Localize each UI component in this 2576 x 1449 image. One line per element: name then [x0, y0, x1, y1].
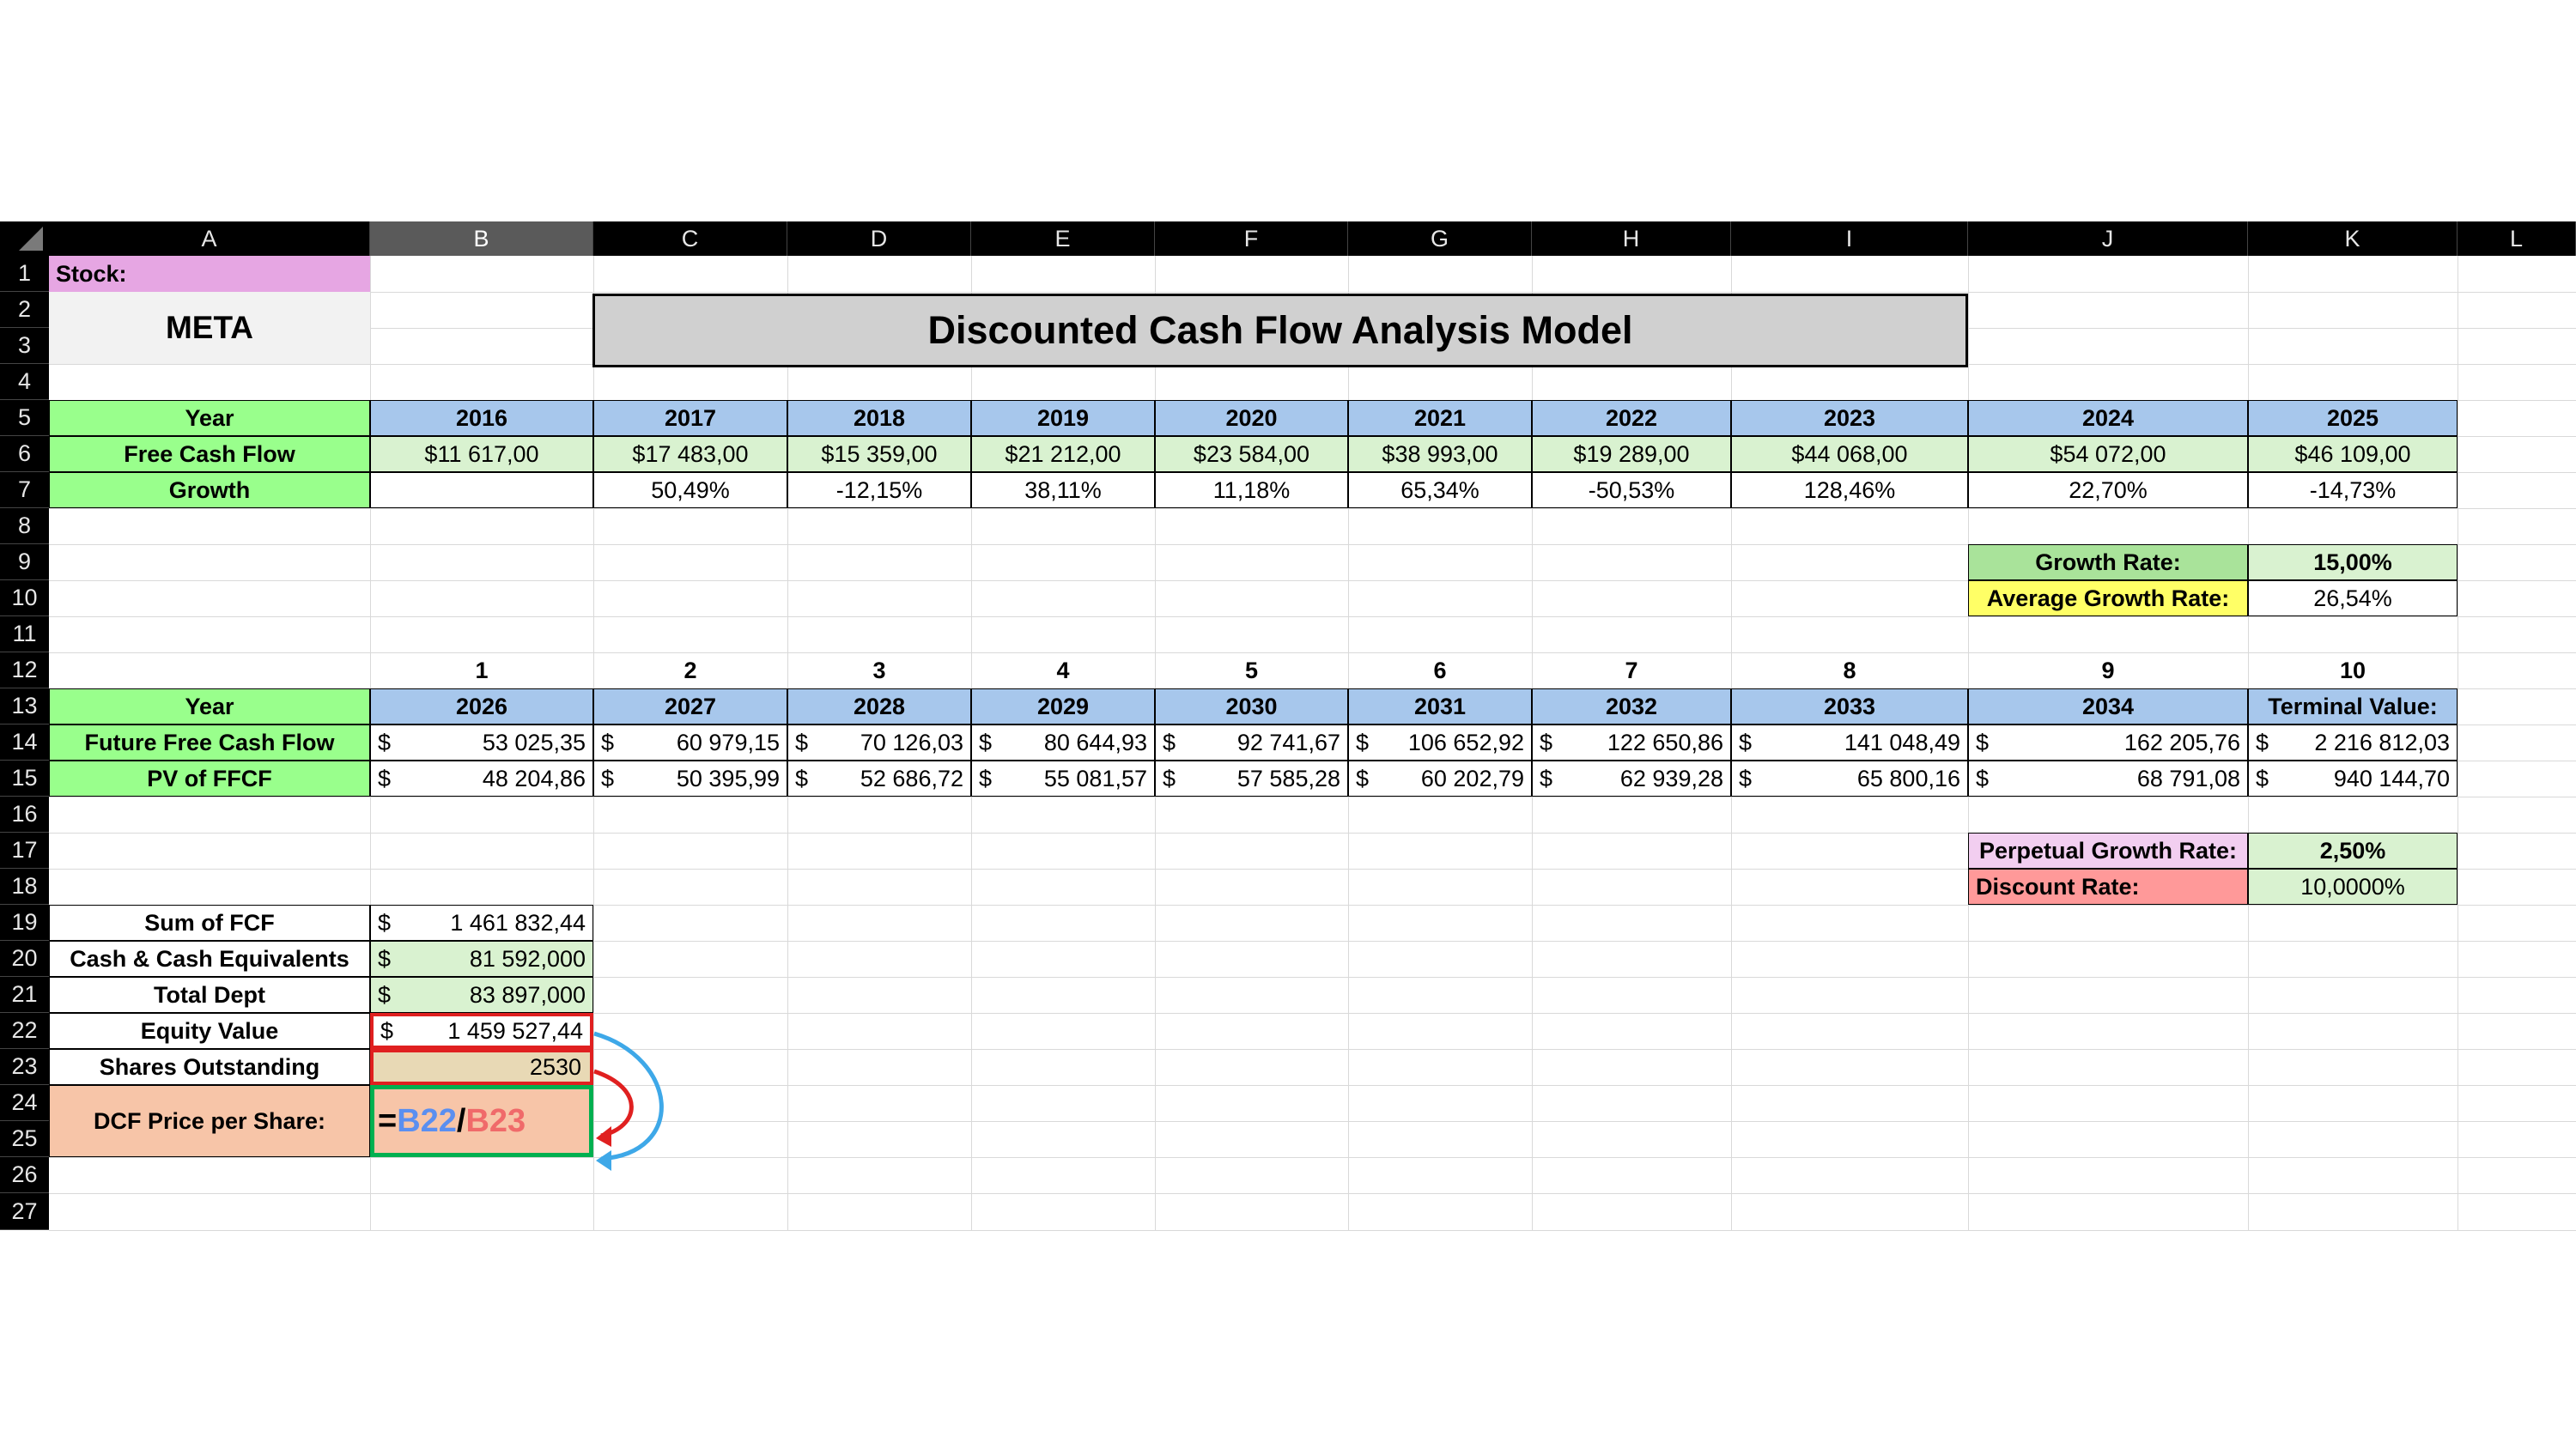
red-arrowhead-icon: [596, 1126, 611, 1147]
red-arrow-icon: [593, 1069, 634, 1138]
gridline: [49, 1230, 2576, 1231]
spreadsheet-grid: ABCDEFGHIJKL 1 2 3 4 5 6 7 8 9 10 11 12 13 14 15 16 17 18…: [0, 221, 2576, 1231]
formula-precedent-arrows: [593, 1031, 664, 1171]
blue-arrowhead-icon: [596, 1150, 611, 1171]
